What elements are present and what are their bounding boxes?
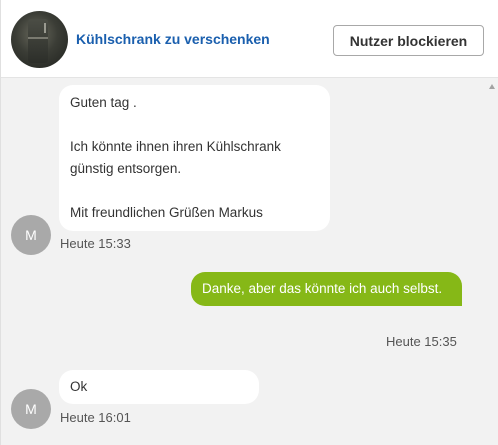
vertical-scrollbar[interactable] — [486, 79, 498, 445]
message-bubble-incoming: Guten tag . Ich könnte ihnen ihren Kühls… — [59, 85, 330, 231]
message-timestamp: Heute 15:33 — [60, 236, 131, 251]
message-list[interactable]: Guten tag . Ich könnte ihnen ihren Kühls… — [1, 79, 486, 445]
conversation-header: Kühlschrank zu verschenken Nutzer blocki… — [1, 0, 498, 78]
block-user-button[interactable]: Nutzer blockieren — [333, 25, 484, 56]
sender-avatar[interactable]: M — [11, 215, 51, 255]
conversation-window: Kühlschrank zu verschenken Nutzer blocki… — [0, 0, 498, 445]
message-timestamp: Heute 16:01 — [60, 410, 131, 425]
message-bubble-outgoing: Danke, aber das könnte ich auch selbst. — [191, 272, 462, 306]
listing-thumbnail[interactable] — [11, 11, 68, 68]
sender-avatar[interactable]: M — [11, 389, 51, 429]
message-bubble-incoming: Ok — [59, 370, 259, 404]
listing-title-link[interactable]: Kühlschrank zu verschenken — [76, 31, 270, 47]
message-timestamp: Heute 15:35 — [386, 334, 457, 349]
fridge-image-door-line — [28, 37, 48, 39]
fridge-image-handle — [44, 23, 46, 33]
scroll-up-arrow-icon[interactable] — [489, 84, 495, 89]
